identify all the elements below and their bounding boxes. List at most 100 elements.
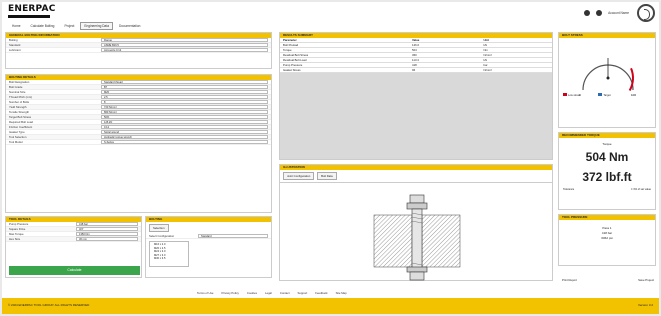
bolt-detail-label: Nominal Size <box>9 90 26 94</box>
header-actions: Account Name <box>584 10 629 16</box>
footer-link[interactable]: Support <box>298 291 308 295</box>
selection-field-input[interactable]: Standard <box>198 234 268 238</box>
side-links: Print Report Save Project <box>562 278 654 282</box>
bolt-detail-label: Gasket Type <box>9 130 25 134</box>
general-input[interactable]: Flange <box>101 38 268 42</box>
header: ENERPAC Account Name Home Calculate Bolt… <box>2 2 659 30</box>
footer-link[interactable]: Terms of Use <box>197 291 213 295</box>
tool-detail-label: Max Torque <box>9 232 24 236</box>
bolt-detail-input[interactable]: 860 N/mm² <box>101 110 268 114</box>
results-panel: RESULTS SUMMARY Parameter Value Unit Bolt P… <box>279 32 553 160</box>
stress-gauge: 0 100 <box>579 58 636 97</box>
flange-right <box>421 214 461 268</box>
table-cell: Gasket Stress <box>283 68 301 72</box>
footer-link[interactable]: Feedback <box>315 291 327 295</box>
app-window: ENERPAC Account Name Home Calculate Bolt… <box>2 2 659 314</box>
selection-panel: BOLTING Selection Select Configuration S… <box>145 216 272 278</box>
table-cell: Unit <box>483 38 489 42</box>
table-cell: Nm <box>483 48 488 52</box>
bolt-detail-input[interactable]: 50% <box>101 115 268 119</box>
tool-detail-input[interactable]: 30 mm <box>76 237 138 241</box>
footer-link[interactable]: Cookies <box>247 291 257 295</box>
selection-list[interactable]: M16 x 2.0 M20 x 2.5 M24 x 3.0 M27 x 3.0 M30 … <box>149 241 189 267</box>
bolt-joint-drawing <box>373 194 461 281</box>
torque-panel: RECOMMENDED TORQUE Torque 504 Nm 372 lbf… <box>558 132 656 210</box>
bolt-detail-label: Number of Bolts <box>9 100 30 104</box>
notification-icon[interactable] <box>584 10 591 16</box>
help-icon[interactable] <box>637 4 655 22</box>
bolt-detail-label: Friction Coefficient <box>9 125 33 129</box>
table-cell: kN <box>483 43 487 47</box>
general-panel: GENERAL BOLTING INFORMATION Bolting Flang… <box>5 32 272 69</box>
bolt-detail-input[interactable]: M20 <box>101 90 268 94</box>
footer-link[interactable]: Site Map <box>336 291 347 295</box>
enerpac-logo[interactable]: ENERPAC <box>8 5 56 21</box>
table-cell: 126.0 <box>412 43 420 47</box>
tab-calculate[interactable]: Calculate Bolting <box>27 22 59 30</box>
bolt-detail-input[interactable]: S-Series <box>101 140 268 144</box>
bottom-washer <box>406 266 428 273</box>
general-row: Lubricant Anti-seize 0.12 <box>6 48 271 53</box>
table-cell: bar <box>483 63 488 67</box>
tab-selection[interactable]: Selection <box>149 224 169 232</box>
tab-project[interactable]: Project <box>60 22 78 30</box>
footer-link[interactable]: Privacy Policy <box>221 291 238 295</box>
bolt-detail-input[interactable]: 126 kN <box>101 120 268 124</box>
general-input[interactable]: ASME B16.5 <box>101 43 268 47</box>
general-input[interactable]: Anti-seize 0.12 <box>101 48 268 52</box>
footer-link[interactable]: Legal <box>265 291 272 295</box>
bolt-detail-input[interactable]: 720 N/mm² <box>101 105 268 109</box>
bolt-detail-label: Tool Model <box>9 140 23 144</box>
gauge-legend: Low stress Target <box>563 93 611 97</box>
bolt-detail-input[interactable]: Hydraulic torque wrench <box>101 135 268 139</box>
tab-bolt-data[interactable]: Bolt Data <box>317 172 337 180</box>
bolt-detail-row: Tool Model S-Series <box>6 140 271 145</box>
illustration-panel: ILLUSTRATION Joint Configuration Bolt Da… <box>279 164 553 281</box>
tab-home[interactable]: Home <box>8 22 25 30</box>
gauge-tick-max: 100 <box>631 93 636 97</box>
tool-detail-input[interactable]: 418 bar <box>76 222 138 226</box>
table-cell: 418 <box>412 63 417 67</box>
gauge-legend-high: Target <box>598 93 611 97</box>
tool-detail-input[interactable]: 3/4" <box>76 227 138 231</box>
gauge-hub <box>606 76 610 80</box>
tool-detail-label: Hex Size <box>9 237 21 241</box>
calculate-button[interactable]: Calculate <box>9 266 140 275</box>
torque-nm-value: 504 Nm <box>585 150 629 164</box>
bolt-detail-input[interactable]: Standard thread <box>101 80 268 84</box>
pressure-values: Pass 1 418 bar 6062 psi <box>559 226 655 241</box>
pressure-title: TOOL PRESSURE <box>559 215 655 220</box>
tab-documentation[interactable]: Documentation <box>115 22 144 30</box>
settings-icon[interactable] <box>596 10 603 16</box>
tab-joint-configuration[interactable]: Joint Configuration <box>283 172 315 180</box>
tool-detail-input[interactable]: 1350 Nm <box>76 232 138 236</box>
general-label: Standard <box>9 43 21 47</box>
footer-link[interactable]: Contact <box>280 291 290 295</box>
table-cell: N/mm² <box>483 68 492 72</box>
bolt-detail-input[interactable]: Spiral wound <box>101 130 268 134</box>
tool-detail-row: Hex Size 30 mm <box>6 237 141 242</box>
user-name[interactable]: Account Name <box>608 11 629 15</box>
tool-detail-label: Pump Pressure <box>9 222 29 226</box>
list-item[interactable]: M30 x 3.5 <box>150 257 188 261</box>
bolt-detail-label: Yield Strength <box>9 105 27 109</box>
bolt-detail-input[interactable]: 8 <box>101 100 268 104</box>
bolt-detail-label: Bolt Grade <box>9 85 23 89</box>
torque-tolerance: Tolerance ± 3% of set value <box>563 188 651 191</box>
bolt-detail-input[interactable]: 2.5 <box>101 95 268 99</box>
bolt-detail-input[interactable]: B7 <box>101 85 268 89</box>
top-washer <box>406 202 428 210</box>
footer-copyright: © 2024 ENERPAC TOOL GROUP. ALL RIGHTS RE… <box>8 303 90 307</box>
table-cell: 360 <box>412 53 417 57</box>
pressure-panel: TOOL PRESSURE Pass 1 418 bar 6062 psi <box>558 214 656 266</box>
tab-engineering-data[interactable]: Engineering Data <box>80 22 113 30</box>
logo-bar <box>8 15 50 18</box>
print-report-link[interactable]: Print Report <box>562 278 577 282</box>
table-cell: 96 <box>412 68 416 72</box>
bolt-detail-label: Tool Selection <box>9 135 27 139</box>
flange-left <box>373 214 413 268</box>
table-cell: kN <box>483 58 487 62</box>
save-project-link[interactable]: Save Project <box>638 278 654 282</box>
bolt-detail-input[interactable]: 0.12 <box>101 125 268 129</box>
torque-label: Torque <box>602 142 612 146</box>
